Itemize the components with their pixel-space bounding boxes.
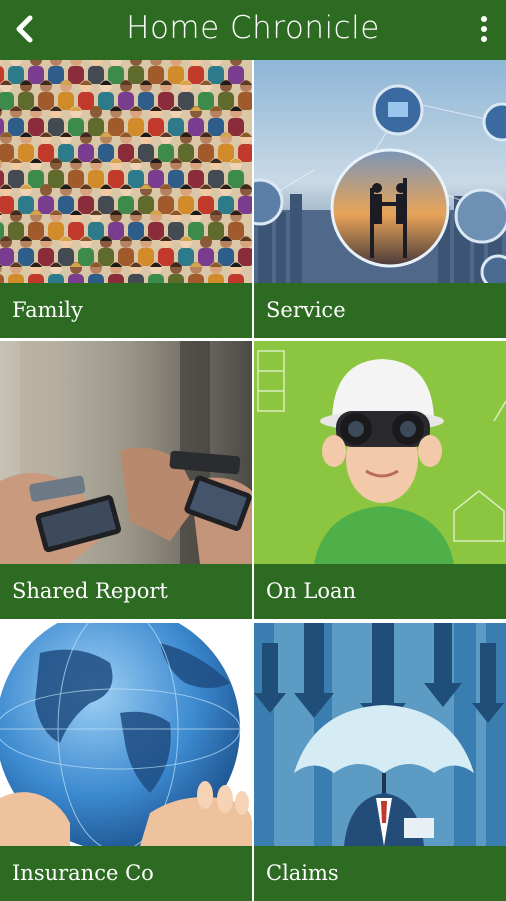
tile-label: Insurance Co <box>0 846 252 901</box>
hands-holding-phones-image <box>0 341 252 564</box>
tile-label: Family <box>0 283 252 338</box>
tile-claims[interactable]: Claims <box>254 623 506 901</box>
overflow-menu-icon[interactable] <box>476 12 492 46</box>
category-grid: Family Service Shared Report On Loan Ins… <box>0 60 506 901</box>
boy-with-binoculars-image <box>254 341 506 564</box>
tile-label: Shared Report <box>0 564 252 619</box>
tile-shared-report[interactable]: Shared Report <box>0 341 252 619</box>
business-handshake-network-image <box>254 60 506 283</box>
tile-service[interactable]: Service <box>254 60 506 338</box>
tile-on-loan[interactable]: On Loan <box>254 341 506 619</box>
crowd-of-people-image <box>0 60 252 283</box>
app-bar: Home Chronicle <box>0 0 506 60</box>
tile-family[interactable]: Family <box>0 60 252 338</box>
tile-label: Service <box>254 283 506 338</box>
tile-insurance-co[interactable]: Insurance Co <box>0 623 252 901</box>
tile-label: Claims <box>254 846 506 901</box>
umbrella-protection-image <box>254 623 506 846</box>
tile-label: On Loan <box>254 564 506 619</box>
hands-holding-globe-image <box>0 623 252 846</box>
app-title: Home Chronicle <box>126 10 380 46</box>
